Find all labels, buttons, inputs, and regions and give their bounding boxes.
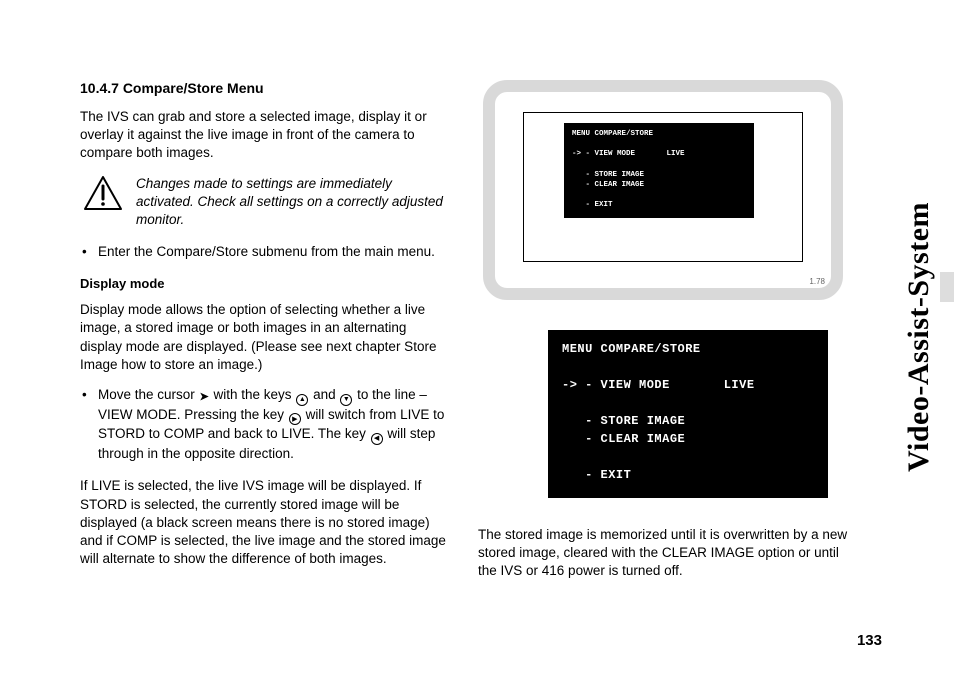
column-right: MENU COMPARE/STORE -> - VIEW MODE LIVE -… [478,80,848,581]
columns: 10.4.7 Compare/Store Menu The IVS can gr… [80,80,854,581]
menu-small-store: - STORE IMAGE [572,171,644,179]
menu-large-viewmode: -> - VIEW MODE LIVE [562,378,755,392]
menu-large-store: - STORE IMAGE [562,414,685,428]
bullet-enter-submenu: Enter the Compare/Store submenu from the… [80,243,450,262]
bullet2-text-2: with the keys [210,387,296,402]
display-mode-para: Display mode allows the option of select… [80,301,450,374]
monitor-device: MENU COMPARE/STORE -> - VIEW MODE LIVE -… [483,80,843,300]
bullet-list-2: Move the cursor ➤ with the keys ▲ and ▼ … [80,386,450,463]
section-heading: 10.4.7 Compare/Store Menu [80,80,450,96]
menu-compare-store-large: MENU COMPARE/STORE -> - VIEW MODE LIVE -… [548,330,828,498]
page-number: 133 [857,632,882,649]
live-stord-comp-para: If LIVE is selected, the live IVS image … [80,477,450,568]
side-title: Video-Assist-System [902,201,936,471]
cursor-chevron-icon: ➤ [200,390,209,405]
menu-large-clear: - CLEAR IMAGE [562,432,685,446]
stored-image-para: The stored image is memorized until it i… [478,526,848,581]
menu-small-viewmode: -> - VIEW MODE LIVE [572,150,685,158]
intro-paragraph: The IVS can grab and store a selected im… [80,108,450,163]
aspect-ratio-label: 1.78 [809,277,825,286]
bullet2-text-1: Move the cursor [98,387,199,402]
warning-text: Changes made to settings are immediately… [136,175,450,230]
menu-small-title: MENU COMPARE/STORE [572,130,653,138]
menu-large-exit: - EXIT [562,468,631,482]
page: Video-Assist-System 133 10.4.7 Compare/S… [0,0,954,673]
down-arrow-key-icon: ▼ [340,394,352,406]
warning-row: Changes made to settings are immediately… [80,175,450,230]
menu-small-exit: - EXIT [572,201,613,209]
menu-compare-store-small: MENU COMPARE/STORE -> - VIEW MODE LIVE -… [564,123,754,218]
menu-small-clear: - CLEAR IMAGE [572,181,644,189]
side-tab [940,272,954,302]
monitor-inner-screen: MENU COMPARE/STORE -> - VIEW MODE LIVE -… [523,112,803,262]
bullet-move-cursor: Move the cursor ➤ with the keys ▲ and ▼ … [80,386,450,463]
bullet2-text-3: and [309,387,339,402]
display-mode-heading: Display mode [80,276,450,291]
bullet-list-1: Enter the Compare/Store submenu from the… [80,243,450,262]
right-arrow-key-icon: ▶ [289,413,301,425]
left-arrow-key-icon: ◀ [371,433,383,445]
menu-large-title: MENU COMPARE/STORE [562,342,701,356]
up-arrow-key-icon: ▲ [296,394,308,406]
column-left: 10.4.7 Compare/Store Menu The IVS can gr… [80,80,450,581]
warning-icon [80,175,126,211]
